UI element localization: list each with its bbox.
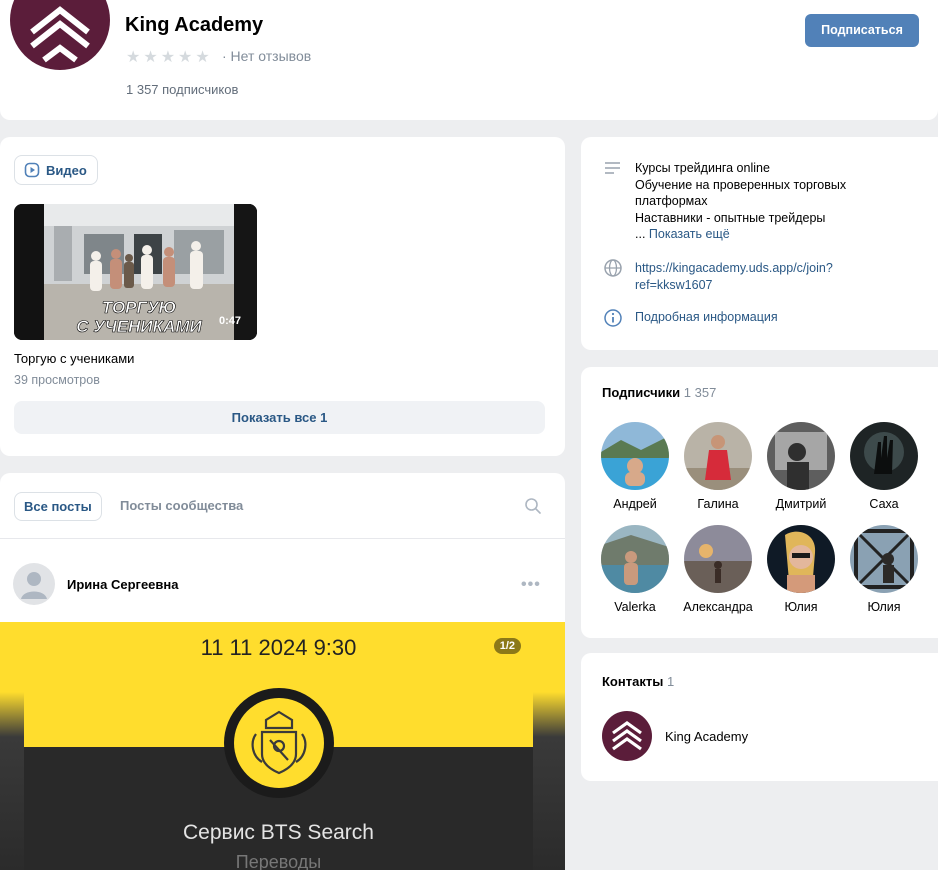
video-views: 39 просмотров: [14, 373, 100, 387]
show-more-link[interactable]: Показать ещё: [649, 227, 730, 241]
video-thumbnail[interactable]: ТОРГУЮ С УЧЕНИКАМИ 0:47: [14, 204, 257, 340]
subscriber-name: Галина: [697, 497, 739, 511]
avatar: [601, 422, 669, 490]
bank-logo: [234, 698, 324, 788]
subscriber-name: Valerka: [614, 600, 656, 614]
contacts-title: Контакты: [602, 674, 664, 689]
subscriber-item[interactable]: Галина: [678, 422, 758, 511]
avatar: [767, 422, 835, 490]
post-image[interactable]: 11 11 2024 9:30 1/2 Сервис BTS Search Пе…: [0, 622, 565, 870]
description-line: Курсы трейдинга online: [635, 161, 770, 175]
subscribers-title: Подписчики: [602, 385, 681, 400]
default-avatar-icon: [21, 572, 47, 599]
description-line: Обучение на проверенных торговых: [635, 177, 847, 192]
video-play-icon: [24, 162, 40, 178]
video-section-chip[interactable]: Видео: [14, 155, 98, 185]
description-line: платформах: [635, 194, 708, 208]
avatar: [850, 422, 918, 490]
rating-stars: ★★★★★: [126, 49, 213, 66]
post-image-content: 11 11 2024 9:30 1/2 Сервис BTS Search Пе…: [24, 622, 533, 870]
subscriber-name: Андрей: [613, 497, 657, 511]
video-section-label: Видео: [46, 162, 87, 178]
posts-section: Все посты Посты сообщества Ирина Сергеев…: [0, 473, 565, 870]
post-author-name[interactable]: Ирина Сергеевна: [67, 577, 178, 592]
avatar: [601, 525, 669, 593]
thumb-text-line-2: С УЧЕНИКАМИ: [76, 317, 202, 336]
website-link-line: https://kingacademy.uds.app/c/join?: [635, 261, 833, 275]
subscriber-item[interactable]: Дмитрий: [761, 422, 841, 511]
tab-all-posts[interactable]: Все посты: [14, 492, 102, 521]
post-image-counter: 1/2: [493, 638, 521, 654]
subscriber-item[interactable]: Valerka: [595, 525, 675, 614]
avatar: [684, 525, 752, 593]
subscribers-header[interactable]: Подписчики 1 357: [602, 385, 716, 400]
post-image-subtitle: Переводы: [235, 852, 322, 870]
community-description: Курсы трейдинга online Обучение на прове…: [635, 160, 925, 243]
reviews-label[interactable]: · Нет отзывов: [222, 48, 311, 64]
divider: [0, 538, 565, 539]
subscriber-name: Дмитрий: [775, 497, 827, 511]
info-icon: [604, 309, 622, 327]
contacts-section: Контакты 1 King Academy: [581, 653, 938, 781]
subscriber-item[interactable]: Андрей: [595, 422, 675, 511]
avatar: [767, 525, 835, 593]
subscriber-item[interactable]: Юлия: [761, 525, 841, 614]
show-all-videos-button[interactable]: Показать все 1: [14, 401, 545, 434]
subscriber-name: Юлия: [784, 600, 818, 614]
description-line: Наставники - опытные трейдеры: [635, 210, 826, 225]
subscriber-name: Юлия: [867, 600, 901, 614]
community-info: Курсы трейдинга online Обучение на прове…: [581, 137, 938, 350]
contact-name[interactable]: King Academy: [665, 729, 748, 744]
chevrons-logo-icon: [612, 721, 642, 751]
globe-icon: [604, 259, 622, 277]
search-icon[interactable]: [524, 497, 542, 515]
subscribers-section: Подписчики 1 357 Андрей Галина Дмитрий С…: [581, 367, 938, 638]
post-image-service: Сервис BTS Search: [183, 821, 374, 844]
subscriber-item[interactable]: Юлия: [844, 525, 924, 614]
video-duration: 0:47: [218, 315, 241, 327]
website-link-line: ref=kksw1607: [635, 277, 713, 292]
subscribers-header-count: 1 357: [683, 385, 717, 400]
community-header: King Academy ★★★★★ · Нет отзывов 1 357 п…: [0, 0, 938, 120]
contact-avatar[interactable]: [602, 711, 652, 761]
coat-of-arms-icon: [251, 710, 307, 775]
community-logo[interactable]: [10, 0, 110, 70]
subscribe-button[interactable]: Подписаться: [805, 14, 919, 47]
video-section: Видео ТОРГУЮ С УЧЕНИКАМИ 0:47 Торгую с у…: [0, 137, 565, 456]
post-image-date: 11 11 2024 9:30: [200, 635, 357, 660]
contacts-count: 1: [666, 674, 675, 689]
chevrons-logo-icon: [30, 6, 90, 63]
subscribers-count[interactable]: 1 357 подписчиков: [126, 82, 238, 97]
post-more-button[interactable]: •••: [521, 576, 541, 594]
subscriber-item[interactable]: Александра: [678, 525, 758, 614]
video-title[interactable]: Торгую с учениками: [14, 351, 134, 366]
post-author-avatar[interactable]: [13, 563, 55, 605]
lines-icon: [605, 162, 620, 174]
avatar: [850, 525, 918, 593]
community-title: King Academy: [125, 14, 264, 36]
website-link[interactable]: https://kingacademy.uds.app/c/join? ref=…: [635, 260, 925, 293]
detailed-info-link[interactable]: Подробная информация: [635, 310, 778, 324]
subscriber-name: Саха: [869, 497, 899, 511]
description-ellipsis: ...: [635, 227, 649, 241]
subscriber-item[interactable]: Саха: [844, 422, 924, 511]
subscriber-name: Александра: [683, 600, 753, 614]
thumb-text-line-1: ТОРГУЮ: [102, 298, 176, 317]
tab-community-posts[interactable]: Посты сообщества: [120, 498, 243, 513]
contacts-header[interactable]: Контакты 1: [602, 674, 674, 689]
avatar: [684, 422, 752, 490]
